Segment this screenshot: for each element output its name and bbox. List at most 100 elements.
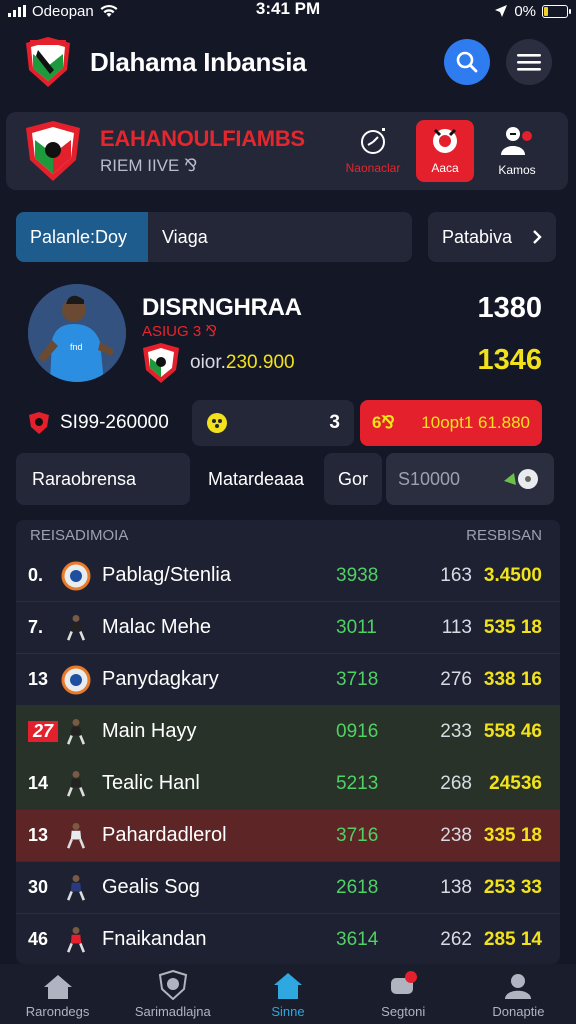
- player-figure-icon: [60, 716, 92, 748]
- stats-row: SI99-260000 3 6⅋ 10opt1 61.880: [16, 400, 560, 446]
- row-player-name: Malac Mehe: [102, 616, 211, 638]
- player-card[interactable]: fnd DISRNGHRAA ASIUG 3 ⅋ oior.230.900 13…: [16, 278, 560, 388]
- filter-bar: Palanle:Doy Viaga Patabiva: [16, 212, 560, 264]
- player-value-amount: 230.900: [225, 352, 295, 373]
- filter-third-label: Patabiva: [442, 226, 513, 247]
- row-rank: 14: [28, 773, 49, 793]
- live-camera-icon: [433, 128, 457, 153]
- table-row[interactable]: 30 Gealis Sog 2618 138 253 33: [16, 862, 560, 914]
- player-photo-icon: fnd: [28, 284, 126, 382]
- row-points: 3011: [336, 616, 377, 638]
- row-points: 3716: [336, 824, 379, 846]
- team-banner[interactable]: EAHANOULFIAMBS RIEM IIVE ⅋ Naonaclar Aac…: [6, 112, 568, 190]
- row-value-1: 262: [440, 928, 472, 950]
- tab-1[interactable]: Raraobrensa: [16, 453, 190, 505]
- stat-bonus-value: 10opt1 61.880: [421, 413, 530, 432]
- table-row[interactable]: 0. Pablag/Stenlia 3938 163 3.4500: [16, 550, 560, 602]
- news-button[interactable]: Naonaclar: [340, 120, 406, 182]
- small-crest-icon: [29, 412, 49, 434]
- filter-active[interactable]: Palanle:Doy: [16, 212, 148, 262]
- home-icon: [43, 974, 72, 999]
- teams-button[interactable]: Kamos: [484, 120, 550, 182]
- tab-4[interactable]: S10000: [386, 453, 554, 505]
- stat-budget: SI99-260000: [16, 411, 192, 435]
- status-bar: Odeopan 3:41 PM 0%: [0, 0, 576, 22]
- stat-coins-value: 3: [329, 412, 340, 433]
- club-crest-icon: [60, 560, 92, 592]
- player-value: oior.230.900: [190, 352, 295, 374]
- profile-icon: [505, 973, 532, 999]
- app-header: Dlahama Inbansia: [0, 28, 576, 96]
- table-row[interactable]: 13 Panydagkary 3718 276 338 16: [16, 654, 560, 706]
- stat-bonus[interactable]: 6⅋ 10opt1 61.880: [360, 400, 542, 446]
- table-row[interactable]: 7. Malac Mehe 3011 113 535 18: [16, 602, 560, 654]
- menu-button[interactable]: [506, 39, 552, 85]
- club-crest-logo[interactable]: [24, 36, 72, 88]
- row-player-name: Panydagkary: [102, 668, 219, 690]
- row-value-1: 268: [440, 772, 472, 794]
- filter-second[interactable]: Viaga: [148, 212, 412, 262]
- chat-notification-icon: [391, 970, 418, 994]
- club-crest-icon: [60, 664, 92, 696]
- nav-item-2[interactable]: Sarimadlajna: [115, 964, 230, 1024]
- search-icon: [456, 51, 478, 73]
- table-row[interactable]: 13 Pahardadlerol 3716 238 335 18: [16, 810, 560, 862]
- live-button[interactable]: Aaca: [416, 120, 474, 182]
- row-value-1: 138: [440, 876, 472, 898]
- hamburger-menu-icon: [517, 54, 541, 71]
- table-header-right: RESBISAN: [466, 526, 542, 544]
- player-figure-icon: [60, 768, 92, 800]
- table-row[interactable]: 46 Fnaikandan 3614 262 285 14: [16, 914, 560, 964]
- nav-item-4[interactable]: Segtoni: [346, 964, 461, 1024]
- player-name: DISRNGHRAA: [142, 294, 302, 321]
- shield-icon: [158, 969, 187, 1000]
- nav-item-1[interactable]: Rarondegs: [0, 964, 115, 1024]
- app-title: Dlahama Inbansia: [90, 46, 307, 77]
- stat-budget-value: SI99-260000: [60, 412, 169, 433]
- player-subtitle: ASIUG 3 ⅋: [142, 323, 218, 340]
- tab-2[interactable]: Matardeaaa: [190, 453, 320, 505]
- live-label: Aaca: [431, 161, 459, 175]
- nav-label-4: Segtoni: [381, 1003, 426, 1019]
- battery-icon: [542, 4, 571, 18]
- row-rank: 13: [28, 669, 49, 689]
- search-button[interactable]: [444, 39, 490, 85]
- banner-text: EAHANOULFIAMBS RIEM IIVE ⅋: [100, 126, 330, 176]
- row-rank: 30: [28, 877, 49, 897]
- table-row[interactable]: 27 Main Hayy 0916 233 558 46: [16, 706, 560, 758]
- chevron-right-icon: [533, 230, 542, 244]
- table-row[interactable]: 14 Tealic Hanl 5213 268 24536: [16, 758, 560, 810]
- club-crest-icon: [143, 343, 179, 383]
- home-active-icon: [274, 972, 302, 999]
- player-figure-icon: [60, 820, 92, 852]
- row-player-name: Pablag/Stenlia: [102, 564, 231, 586]
- row-points: 3614: [336, 928, 379, 950]
- nav-item-3[interactable]: Sinne: [230, 964, 345, 1024]
- filter-third[interactable]: Patabiva: [428, 212, 556, 262]
- row-rank: 13: [28, 825, 49, 845]
- row-value-2: 535 18: [483, 616, 542, 638]
- player-figure-icon: [60, 924, 92, 956]
- tab-3[interactable]: Gor: [324, 453, 382, 505]
- stat-coins[interactable]: 3: [192, 400, 354, 446]
- row-value-2: 335 18: [483, 824, 542, 846]
- team-users-icon: [501, 127, 532, 155]
- bottom-nav: Rarondegs Sarimadlajna Sinne Segtoni Don…: [0, 964, 576, 1024]
- tab-bar: Raraobrensa Matardeaaa Gor S10000: [16, 452, 560, 506]
- row-value-2: 558 46: [483, 720, 542, 742]
- nav-label-5: Donaptie: [492, 1003, 545, 1019]
- nav-label-3: Sinne: [271, 1003, 305, 1019]
- news-label: Naonaclar: [345, 161, 401, 175]
- team-crest-icon: [26, 121, 80, 181]
- row-rank: 7.: [28, 617, 44, 637]
- player-figure-icon: [60, 612, 92, 644]
- nav-item-5[interactable]: Donaptie: [461, 964, 576, 1024]
- player-stat-top: 1380: [477, 292, 542, 324]
- ranking-table: REISADIMOIA RESBISAN 0. Pablag/Stenlia 393…: [16, 520, 560, 964]
- row-rank: 46: [28, 929, 49, 949]
- stopwatch-icon: [361, 128, 385, 154]
- banner-team-name: EAHANOULFIAMBS: [100, 126, 305, 151]
- table-header: REISADIMOIA RESBISAN: [16, 520, 560, 550]
- row-value-1: 233: [440, 720, 472, 742]
- row-points: 3718: [336, 668, 379, 690]
